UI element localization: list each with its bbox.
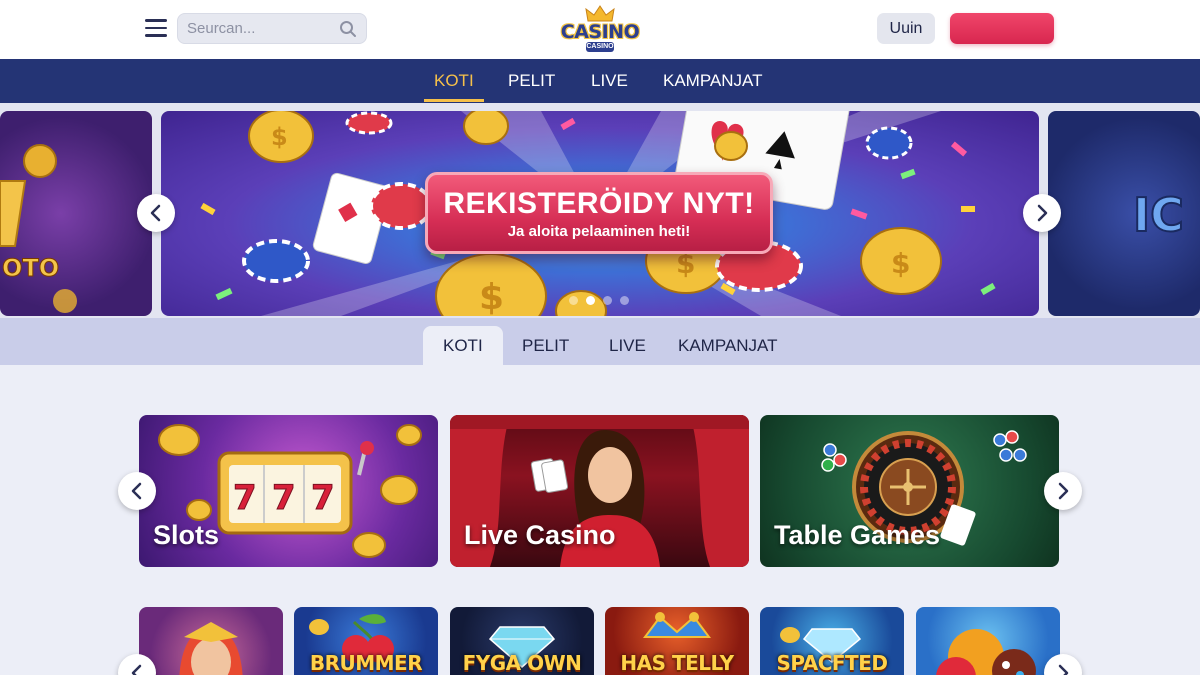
chevron-right-icon — [1058, 664, 1069, 675]
menu-icon[interactable] — [145, 19, 167, 37]
hero-next-button[interactable] — [1023, 194, 1061, 232]
game-tile-5[interactable]: SPACFTED ILV — [760, 607, 904, 675]
carousel-dot-1[interactable] — [569, 296, 578, 305]
sub-nav-tab-kampanjat[interactable]: KAMPANJAT — [658, 326, 798, 365]
right-peek-text: IC — [1133, 188, 1184, 242]
hero-slide[interactable]: $ $ $ $ REKISTERÖIDY NYT! Ja aloita pela… — [161, 111, 1039, 316]
chevron-left-icon — [131, 482, 142, 500]
carousel-dot-4[interactable] — [620, 296, 629, 305]
chevron-left-icon — [150, 204, 161, 222]
category-card-slots[interactable]: 777 Slots — [139, 415, 438, 567]
game-title-5: SPACFTED ILV — [776, 651, 888, 675]
main-nav-tab-koti[interactable]: KOTI — [434, 59, 474, 103]
game-tile-4[interactable]: HAS TELLY — [605, 607, 749, 675]
category-label-slots: Slots — [153, 520, 220, 550]
svg-text:$: $ — [271, 123, 288, 151]
sub-nav-tab-pelit[interactable]: PELIT — [502, 326, 589, 365]
game-tile-2[interactable]: BRUMMER — [294, 607, 438, 675]
sub-nav-tab-live[interactable]: LIVE — [589, 326, 666, 365]
game-title-4: HAS TELLY — [620, 651, 734, 675]
previous-slide-preview[interactable]: OTO — [0, 111, 152, 316]
game-tile-6[interactable] — [916, 607, 1060, 675]
main-nav-tab-pelit[interactable]: PELIT — [508, 59, 555, 103]
game-tile-3[interactable]: FYGA OWN — [450, 607, 594, 675]
chevron-right-icon — [1037, 204, 1048, 222]
category-card-table-games[interactable]: Table Games — [760, 415, 1059, 567]
search-icon[interactable] — [339, 20, 357, 38]
svg-text:$: $ — [891, 247, 910, 280]
register-promo-banner[interactable]: REKISTERÖIDY NYT! Ja aloita pelaaminen h… — [425, 172, 773, 254]
next-slide-preview[interactable]: IC — [1048, 111, 1200, 316]
hero-title: REKISTERÖIDY NYT! — [443, 187, 755, 220]
hero-prev-button[interactable] — [137, 194, 175, 232]
logo-subtext: CASINO — [586, 42, 614, 52]
category-label-live-casino: Live Casino — [464, 520, 616, 550]
login-button[interactable]: Uuin — [877, 13, 935, 44]
chevron-left-icon — [131, 664, 142, 675]
svg-text:7: 7 — [272, 478, 296, 518]
categories-prev-button[interactable] — [118, 472, 156, 510]
game-title-3: FYGA OWN — [462, 651, 582, 675]
sub-nav-tab-koti[interactable]: KOTI — [423, 326, 503, 365]
hero-subtitle: Ja aloita pelaaminen heti! — [507, 223, 691, 240]
main-nav-tab-kampanjat[interactable]: KAMPANJAT — [663, 59, 763, 103]
chevron-right-icon — [1058, 482, 1069, 500]
top-header: CASINO CASINO Uuin — [0, 0, 1200, 59]
svg-text:$: $ — [479, 277, 504, 316]
slot-art-right: IC — [1132, 187, 1185, 243]
main-nav: KOTI PELIT LIVE KAMPANJAT — [0, 59, 1200, 103]
svg-text:7: 7 — [311, 478, 335, 518]
category-label-table-games: Table Games — [774, 520, 941, 550]
carousel-dot-2[interactable] — [586, 296, 595, 305]
search-box[interactable] — [177, 13, 367, 44]
main-nav-tab-live[interactable]: LIVE — [591, 59, 628, 103]
category-card-live-casino[interactable]: Live Casino — [450, 415, 749, 567]
logo-text: CASINO — [560, 21, 640, 43]
secondary-nav: KOTI PELIT LIVE KAMPANJAT — [0, 318, 1200, 365]
active-tab-indicator — [424, 99, 484, 102]
game-title-2: BRUMMER — [309, 651, 423, 675]
carousel-dot-3[interactable] — [603, 296, 612, 305]
game-tile-1[interactable] — [139, 607, 283, 675]
svg-text:7: 7 — [233, 478, 257, 518]
slot-art-left: OTO — [0, 144, 77, 313]
search-input[interactable] — [187, 14, 337, 43]
carousel-dots — [569, 296, 629, 306]
candy-icon — [936, 629, 1036, 675]
register-button[interactable] — [950, 13, 1054, 44]
left-peek-text: OTO — [2, 254, 59, 282]
game-art-character — [179, 622, 243, 675]
casino-logo[interactable]: CASINO CASINO — [560, 5, 640, 53]
categories-next-button[interactable] — [1044, 472, 1082, 510]
